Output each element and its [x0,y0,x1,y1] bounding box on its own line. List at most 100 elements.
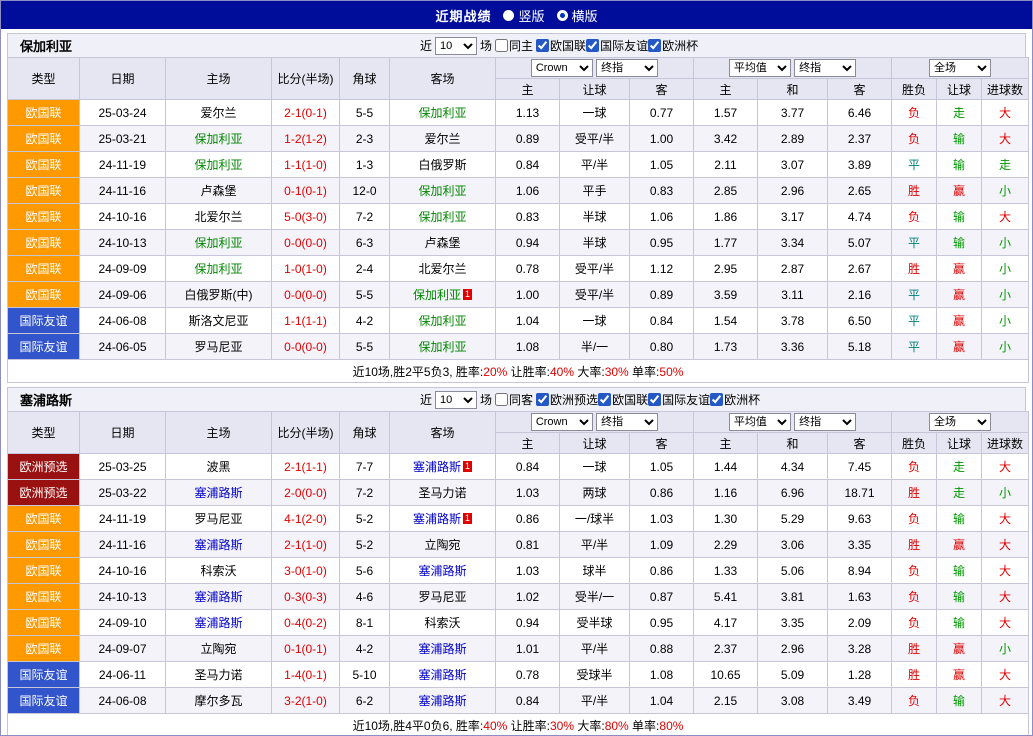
league-checkbox-input[interactable] [648,393,661,406]
league-checkbox[interactable]: 欧洲预选 [536,391,598,408]
home-team: 塞浦路斯 [166,480,272,506]
average-select[interactable]: 平均值 [729,59,791,77]
bookmaker-select[interactable]: Crown [531,59,593,77]
result-goals: 小 [982,308,1029,334]
league-checkbox-input[interactable] [586,39,599,52]
league-checkbox-input[interactable] [648,39,661,52]
result-handicap: 输 [937,126,982,152]
match-score-link[interactable]: 2-1(1-1) [272,454,340,480]
match-date: 24-11-16 [80,532,166,558]
filter-controls: 近 10 场 同客 欧洲预选欧国联国际友谊欧洲杯 [420,391,760,409]
league-checkbox[interactable]: 欧国联 [536,37,586,54]
league-checkbox[interactable]: 欧国联 [598,391,648,408]
bookmaker-select-group: Crown 终指 [496,412,694,433]
match-score-link[interactable]: 3-0(1-0) [272,558,340,584]
match-score-link[interactable]: 0-0(0-0) [272,334,340,360]
match-score-link[interactable]: 2-1(1-0) [272,532,340,558]
match-score-link[interactable]: 4-1(2-0) [272,506,340,532]
match-score-link[interactable]: 1-1(1-0) [272,152,340,178]
avg-draw-odds: 3.77 [758,100,828,126]
layout-radio-horizontal[interactable]: 横版 [557,6,598,25]
scope-select[interactable]: 全场 [929,59,991,77]
away-team-label: 保加利亚 [418,340,466,354]
match-score-link[interactable]: 2-1(0-1) [272,100,340,126]
same-venue-checkbox[interactable]: 同主 [495,37,533,54]
match-score-link[interactable]: 0-0(0-0) [272,230,340,256]
layout-radio-vertical[interactable]: 竖版 [503,6,544,25]
scope-select[interactable]: 全场 [929,413,991,431]
result-handicap: 输 [937,610,982,636]
match-score-link[interactable]: 1-0(1-0) [272,256,340,282]
same-venue-checkbox-input[interactable] [495,393,508,406]
bookmaker-select[interactable]: Crown [531,413,593,431]
result-goals: 大 [982,204,1029,230]
match-score-link[interactable]: 0-3(0-3) [272,584,340,610]
avg-home-odds: 2.29 [694,532,758,558]
league-checkbox[interactable]: 欧洲杯 [710,391,760,408]
book-away-odds: 1.00 [630,126,694,152]
average-select[interactable]: 平均值 [729,413,791,431]
match-row: 欧国联24-11-16卢森堡0-1(0-1)12-0保加利亚1.06平手0.83… [8,178,1029,204]
home-team: 摩尔多瓦 [166,688,272,714]
section-header: 塞浦路斯 近 10 场 同客 欧洲预选欧国联国际友谊欧洲杯 [7,387,1026,411]
average-stage-select[interactable]: 终指 [794,59,856,77]
result-outcome: 平 [892,334,937,360]
match-count-select[interactable]: 10 [435,37,477,55]
book-home-odds: 0.83 [496,204,560,230]
match-score-link[interactable]: 0-4(0-2) [272,610,340,636]
match-score-link[interactable]: 0-0(0-0) [272,282,340,308]
match-score-link[interactable]: 5-0(3-0) [272,204,340,230]
result-outcome: 负 [892,584,937,610]
league-filter-checkboxes: 欧国联国际友谊欧洲杯 [536,37,698,55]
away-team-label: 科索沃 [424,616,460,630]
games-label: 场 [480,391,492,408]
book-away-odds: 0.89 [630,282,694,308]
match-score-link[interactable]: 0-1(0-1) [272,636,340,662]
match-count-select[interactable]: 10 [435,391,477,409]
book-away-odds: 1.09 [630,532,694,558]
near-label: 近 [420,37,432,54]
league-badge: 欧国联 [8,256,80,282]
average-stage-select[interactable]: 终指 [794,413,856,431]
match-date: 25-03-21 [80,126,166,152]
col-result-handicap: 让球 [937,433,982,454]
league-checkbox-label: 欧洲预选 [550,391,598,408]
same-venue-checkbox[interactable]: 同客 [495,391,533,408]
avg-away-odds: 5.07 [828,230,892,256]
match-score-link[interactable]: 1-4(0-1) [272,662,340,688]
team-name: 塞浦路斯 [20,390,72,409]
league-checkbox-input[interactable] [536,39,549,52]
avg-draw-odds: 3.08 [758,688,828,714]
home-team-label: 立陶宛 [200,642,236,656]
home-team-label: 塞浦路斯 [194,616,242,630]
bookmaker-stage-select[interactable]: 终指 [596,413,658,431]
book-away-odds: 1.08 [630,662,694,688]
league-checkbox[interactable]: 国际友谊 [648,391,710,408]
book-home-odds: 1.03 [496,558,560,584]
result-outcome: 胜 [892,480,937,506]
match-score-link[interactable]: 1-2(1-2) [272,126,340,152]
home-team-label: 保加利亚 [194,158,242,172]
match-score-link[interactable]: 1-1(1-1) [272,308,340,334]
bookmaker-stage-select[interactable]: 终指 [596,59,658,77]
league-checkbox[interactable]: 国际友谊 [586,37,648,54]
match-row: 欧国联24-09-10塞浦路斯0-4(0-2)8-1科索沃0.94受半球0.95… [8,610,1029,636]
same-venue-checkbox-input[interactable] [495,39,508,52]
home-team: 斯洛文尼亚 [166,308,272,334]
book-home-odds: 1.06 [496,178,560,204]
league-checkbox-input[interactable] [598,393,611,406]
summary-text: 近10场,胜2平5负3, 胜率: [353,365,484,379]
match-score-link[interactable]: 0-1(0-1) [272,178,340,204]
result-handicap: 输 [937,230,982,256]
result-outcome: 胜 [892,532,937,558]
book-away-odds: 1.05 [630,152,694,178]
match-score-link[interactable]: 3-2(1-0) [272,688,340,714]
match-score-link[interactable]: 2-0(0-0) [272,480,340,506]
league-checkbox[interactable]: 欧洲杯 [648,37,698,54]
league-checkbox-input[interactable] [710,393,723,406]
avg-home-odds: 1.33 [694,558,758,584]
match-row: 欧洲预选25-03-22塞浦路斯2-0(0-0)7-2圣马力诺1.03两球0.8… [8,480,1029,506]
page-title: 近期战绩 [435,6,491,25]
corner-score: 5-10 [340,662,390,688]
league-checkbox-input[interactable] [536,393,549,406]
